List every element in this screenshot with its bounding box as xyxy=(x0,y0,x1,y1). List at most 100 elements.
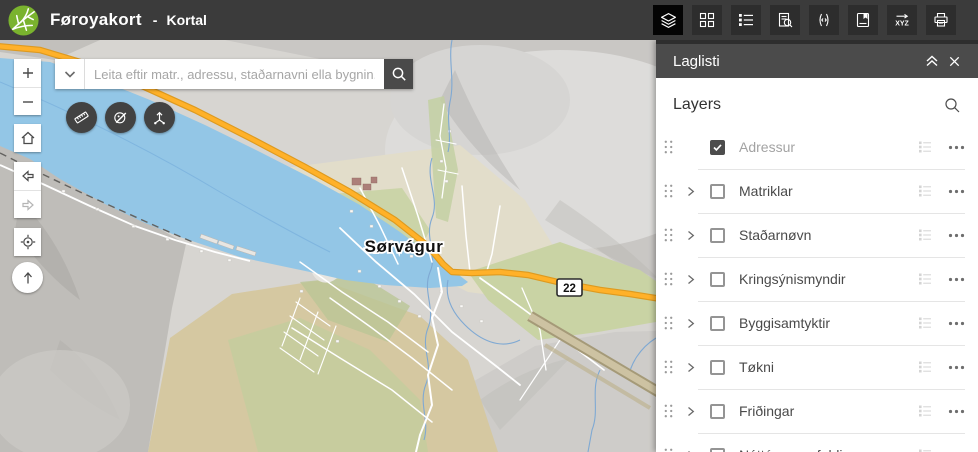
drag-handle[interactable] xyxy=(663,447,674,452)
measure-button[interactable] xyxy=(66,102,97,133)
expand-layer-button[interactable] xyxy=(687,142,696,153)
swipe-icon xyxy=(816,12,832,28)
collapse-up-icon xyxy=(924,53,940,69)
svg-text:XYZ: XYZ xyxy=(895,21,909,28)
layer-visibility-checkbox[interactable] xyxy=(710,316,725,331)
layer-options-button[interactable] xyxy=(948,189,965,194)
layer-legend-button[interactable] xyxy=(918,448,932,452)
layer-options-button[interactable] xyxy=(948,277,965,282)
drag-handle[interactable] xyxy=(663,315,674,331)
layer-row: Friðingar xyxy=(656,389,978,433)
minus-icon xyxy=(21,95,35,109)
layer-options-button[interactable] xyxy=(948,409,965,414)
panel-body: Layers xyxy=(656,78,978,452)
draw-button[interactable] xyxy=(105,102,136,133)
previous-extent-button[interactable] xyxy=(14,162,41,190)
layer-visibility-checkbox[interactable] xyxy=(710,448,725,452)
zoom-out-button[interactable] xyxy=(14,87,41,115)
foroyakort-leaf-logo xyxy=(7,4,40,37)
chevron-right-icon xyxy=(687,406,695,417)
plus-icon xyxy=(21,66,35,80)
layer-list: Adressur xyxy=(656,125,978,452)
search-source-dropdown[interactable] xyxy=(55,59,85,89)
layer-options-button[interactable] xyxy=(948,321,965,326)
layer-visibility-checkbox[interactable] xyxy=(710,140,725,155)
drag-handle[interactable] xyxy=(663,183,674,199)
legend-icon xyxy=(918,272,932,286)
search-icon xyxy=(391,66,407,82)
bookmarks-icon xyxy=(855,12,871,28)
layer-label: Staðarnøvn xyxy=(739,227,918,243)
layer-visibility-checkbox[interactable] xyxy=(710,228,725,243)
home-button[interactable] xyxy=(14,124,41,152)
layer-row: Adressur xyxy=(656,125,978,169)
layer-legend-button[interactable] xyxy=(918,360,932,374)
drag-handle[interactable] xyxy=(663,139,674,155)
layer-visibility-checkbox[interactable] xyxy=(710,184,725,199)
draw-icon xyxy=(112,109,129,126)
locate-button[interactable] xyxy=(14,228,41,256)
bookmarks-button[interactable] xyxy=(848,5,878,35)
north-arrow-button[interactable] xyxy=(12,262,43,293)
layer-list-button[interactable] xyxy=(653,5,683,35)
layer-legend-button[interactable] xyxy=(918,140,932,154)
share-button[interactable] xyxy=(144,102,175,133)
app-header: Føroyakort - Kortal xyxy=(0,0,978,40)
basemap-gallery-icon xyxy=(699,12,715,28)
expand-layer-button[interactable] xyxy=(687,274,696,285)
chevron-right-icon xyxy=(687,230,695,241)
drag-handle[interactable] xyxy=(663,271,674,287)
layer-options-button[interactable] xyxy=(948,233,965,238)
swipe-button[interactable] xyxy=(809,5,839,35)
widget-toolbar: XYZ xyxy=(653,5,956,35)
ellipsis-icon xyxy=(948,409,965,414)
zoom-in-button[interactable] xyxy=(14,59,41,87)
ellipsis-icon xyxy=(948,189,965,194)
legend-button[interactable] xyxy=(731,5,761,35)
legend-icon xyxy=(918,184,932,198)
zoom-controls xyxy=(14,59,41,115)
layer-options-button[interactable] xyxy=(948,365,965,370)
layer-row: Matriklar xyxy=(656,169,978,213)
expand-layer-button[interactable] xyxy=(687,318,696,329)
drag-handle[interactable] xyxy=(663,359,674,375)
coordinates-xyz-button[interactable]: XYZ xyxy=(887,5,917,35)
expand-layer-button[interactable] xyxy=(687,406,696,417)
layer-label: Byggisamtyktir xyxy=(739,315,918,331)
panel-title: Laglisti xyxy=(673,53,720,70)
expand-layer-button[interactable] xyxy=(687,362,696,373)
layer-list-panel: Laglisti Layers xyxy=(656,40,978,452)
layer-legend-button[interactable] xyxy=(918,404,932,418)
layer-search-button[interactable] xyxy=(941,94,963,116)
legend-icon xyxy=(738,12,754,28)
layer-legend-button[interactable] xyxy=(918,184,932,198)
next-extent-button[interactable] xyxy=(14,190,41,218)
layer-row: Staðarnøvn xyxy=(656,213,978,257)
drag-handle[interactable] xyxy=(663,227,674,243)
legend-icon xyxy=(918,448,932,452)
ellipsis-icon xyxy=(948,365,965,370)
expand-layer-button[interactable] xyxy=(687,230,696,241)
collapse-panel-button[interactable] xyxy=(921,50,943,72)
close-panel-button[interactable] xyxy=(943,50,965,72)
drag-handle[interactable] xyxy=(663,403,674,419)
layer-legend-button[interactable] xyxy=(918,228,932,242)
ellipsis-icon xyxy=(948,321,965,326)
basemap-gallery-button[interactable] xyxy=(692,5,722,35)
feature-search-button[interactable] xyxy=(770,5,800,35)
arrow-left-icon xyxy=(20,168,36,184)
legend-icon xyxy=(918,404,932,418)
layer-visibility-checkbox[interactable] xyxy=(710,360,725,375)
print-button[interactable] xyxy=(926,5,956,35)
expand-layer-button[interactable] xyxy=(687,186,696,197)
layer-visibility-checkbox[interactable] xyxy=(710,272,725,287)
layer-options-button[interactable] xyxy=(948,145,965,150)
search-input[interactable] xyxy=(85,59,384,89)
layer-legend-button[interactable] xyxy=(918,272,932,286)
layer-legend-button[interactable] xyxy=(918,316,932,330)
legend-icon xyxy=(918,360,932,374)
layer-visibility-checkbox[interactable] xyxy=(710,404,725,419)
search-submit-button[interactable] xyxy=(384,59,413,89)
layer-label: Friðingar xyxy=(739,403,918,419)
print-icon xyxy=(933,12,949,28)
